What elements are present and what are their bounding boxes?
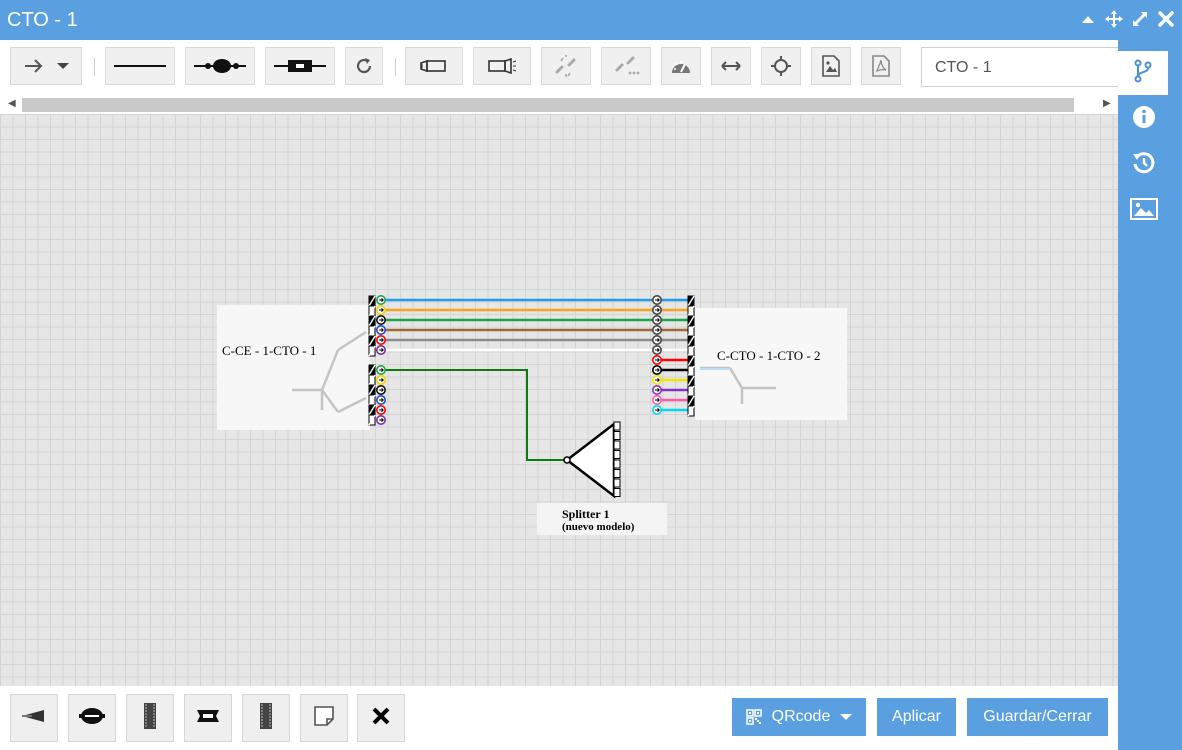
qrcode-label: QRcode: [771, 708, 831, 725]
patch-fiber[interactable]: [382, 369, 566, 461]
scrollbar-thumb[interactable]: [22, 98, 1074, 112]
bottom-bar: QRcode Aplicar Guardar/Cerrar: [0, 686, 1118, 750]
history-icon: [1132, 151, 1156, 180]
save-close-button[interactable]: Guardar/Cerrar: [967, 698, 1108, 736]
right-sidebar: [1118, 40, 1182, 750]
add-splice-button[interactable]: [185, 47, 255, 85]
toolbar: CTO - 1: [0, 40, 1121, 96]
horizontal-arrows-icon: [720, 60, 742, 72]
left-cable-label: C-CE - 1-CTO - 1: [222, 343, 316, 358]
image-icon: [1130, 197, 1158, 225]
splitter-output-port[interactable]: [613, 478, 621, 488]
splice-icon: [194, 58, 246, 74]
caret-down-icon: [840, 713, 853, 721]
delete-button[interactable]: [357, 694, 405, 742]
disconnect-button[interactable]: [541, 47, 591, 85]
light-meter-icon: [487, 58, 517, 74]
right-tube-connectors: [651, 294, 695, 417]
splitter-label: Splitter 1: [562, 507, 609, 521]
fork-icon: [1134, 59, 1152, 88]
add-panel-button[interactable]: [242, 694, 290, 742]
stretch-horizontal-button[interactable]: [711, 47, 751, 85]
splitter[interactable]: [563, 421, 621, 499]
tab-history[interactable]: [1120, 143, 1168, 187]
splitter-output-port[interactable]: [613, 421, 621, 431]
splitter-triangle: [564, 421, 616, 499]
center-view-button[interactable]: [761, 47, 801, 85]
splitter-output-port[interactable]: [613, 440, 621, 450]
connector-icon: [274, 58, 326, 74]
crosshair-icon: [771, 56, 791, 76]
splice-closure-icon: [79, 707, 105, 730]
right-cable-box[interactable]: [695, 308, 847, 420]
diagram-canvas[interactable]: C-CE - 1-CTO - 1 C-CTO - 1-CTO - 2 Split…: [0, 114, 1119, 686]
info-icon: [1132, 105, 1156, 134]
fiber-diagram: C-CE - 1-CTO - 1 C-CTO - 1-CTO - 2 Split…: [217, 294, 847, 535]
apply-button[interactable]: Aplicar: [877, 698, 956, 736]
light-source-button[interactable]: [405, 47, 463, 85]
add-connector-box-button[interactable]: [184, 694, 232, 742]
add-note-button[interactable]: [300, 694, 348, 742]
fiber-lines: [382, 298, 690, 412]
tab-connections[interactable]: [1118, 51, 1168, 95]
draw-line-button[interactable]: [105, 47, 175, 85]
connector-box-icon: [195, 708, 221, 729]
delete-x-icon: [372, 707, 390, 730]
splitter-model-label: (nuevo modelo): [562, 521, 635, 533]
splitter-input-port[interactable]: [563, 456, 571, 464]
collapse-icon[interactable]: [1078, 8, 1098, 30]
note-icon: [313, 705, 335, 732]
left-cable-box[interactable]: [217, 305, 370, 430]
pointer-mode-dropdown[interactable]: [10, 47, 82, 85]
add-connector-button[interactable]: [265, 47, 335, 85]
add-cable-end-button[interactable]: [10, 694, 58, 742]
flashlight-icon: [419, 58, 449, 74]
window-title: CTO - 1: [7, 9, 78, 31]
splitter-output-port[interactable]: [613, 469, 621, 478]
left-tube-connectors: [368, 294, 386, 426]
diagram-name-field[interactable]: CTO - 1: [921, 47, 1121, 87]
unlink-all-icon: [612, 55, 640, 77]
splitter-output-port[interactable]: [613, 488, 621, 497]
unlink-icon: [552, 55, 580, 77]
measure-button[interactable]: [661, 47, 701, 85]
rack-icon: [142, 702, 158, 735]
splitter-output-port[interactable]: [613, 459, 621, 469]
splitter-output-port[interactable]: [613, 431, 621, 440]
scroll-left-icon[interactable]: ◀: [8, 98, 16, 109]
export-image-button[interactable]: [811, 47, 851, 85]
qrcode-icon: [745, 709, 762, 725]
export-pdf-button[interactable]: [861, 47, 901, 85]
add-rack-button[interactable]: [126, 694, 174, 742]
power-meter-button[interactable]: [473, 47, 531, 85]
toolbar-divider: [94, 58, 95, 76]
close-icon[interactable]: [1156, 8, 1176, 30]
rotate-button[interactable]: [345, 47, 383, 85]
scroll-right-icon[interactable]: ▶: [1103, 98, 1111, 109]
add-splice-tray-button[interactable]: [68, 694, 116, 742]
horizontal-scrollbar[interactable]: ◀ ▶: [0, 96, 1118, 114]
panel-icon: [258, 702, 274, 735]
toolbar-divider: [395, 58, 396, 76]
cable-end-icon: [20, 708, 48, 729]
splitter-output-port[interactable]: [613, 450, 621, 459]
pdf-file-icon: [872, 55, 890, 77]
tab-info[interactable]: [1120, 97, 1168, 141]
right-cable-label: C-CTO - 1-CTO - 2: [717, 348, 821, 363]
gauge-icon: [670, 57, 692, 75]
window-controls: [1078, 8, 1176, 30]
image-file-icon: [822, 55, 840, 77]
tab-images[interactable]: [1120, 189, 1168, 233]
title-bar: CTO - 1: [0, 0, 1182, 40]
move-icon[interactable]: [1104, 8, 1124, 30]
refresh-icon: [354, 56, 374, 76]
qrcode-button[interactable]: QRcode: [732, 698, 866, 736]
disconnect-all-button[interactable]: [601, 47, 651, 85]
arrow-right-icon: [23, 58, 45, 74]
maximize-icon[interactable]: [1130, 8, 1150, 30]
caret-down-icon: [57, 62, 69, 70]
line-icon: [114, 63, 166, 69]
